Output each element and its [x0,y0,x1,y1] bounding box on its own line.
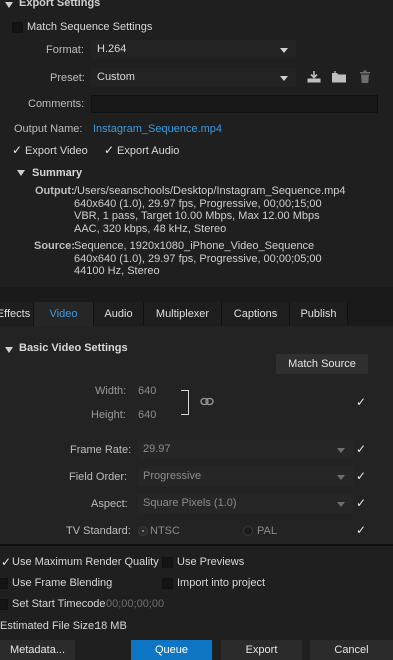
use-previews-checkbox[interactable] [162,557,173,568]
export-settings-header[interactable]: Export Settings [0,0,393,12]
chain-link-icon[interactable] [200,397,214,406]
collapse-triangle-icon[interactable] [5,2,13,8]
pal-radio[interactable] [243,526,253,536]
tv-standard-override-checkbox[interactable]: ✓ [355,524,367,536]
format-value: H.264 [97,43,127,55]
tab-bar: Effects Video Audio Multiplexer Captions… [0,302,393,326]
frame-rate-label: Frame Rate: [70,444,132,456]
link-bracket [181,390,189,415]
export-button[interactable]: Export [221,640,302,660]
max-render-quality-label: Use Maximum Render Quality [12,556,159,568]
format-label: Format: [46,44,84,56]
tab-audio[interactable]: Audio [94,302,144,326]
panel-divider [0,287,393,302]
download-icon[interactable] [306,70,322,84]
aspect-label: Aspect: [91,498,128,510]
folder-import-icon[interactable] [331,70,348,84]
import-into-project-checkbox[interactable] [162,578,173,589]
max-render-quality-checkbox[interactable]: ✓ [0,556,12,568]
start-timecode-value[interactable]: 00;00;00;00 [106,598,164,610]
section-title: Export Settings [19,0,101,9]
output-line: /Users/seanschools/Desktop/Instagram_Seq… [74,185,346,197]
output-line: VBR, 1 pass, Target 10.00 Mbps, Max 12.0… [74,210,320,223]
output-line: AAC, 320 kbps, 48 kHz, Stereo [74,222,227,235]
source-summary: Sequence, 1920x1080_iPhone_Video_Sequenc… [74,240,322,278]
aspect-override-checkbox[interactable]: ✓ [355,497,367,509]
chevron-down-icon [337,447,345,453]
aspect-dropdown[interactable]: Square Pixels (1.0) [138,494,353,513]
preset-label: Preset: [50,72,85,84]
comments-label: Comments: [28,98,85,110]
field-order-override-checkbox[interactable]: ✓ [355,470,367,482]
export-video-label: Export Video [25,145,88,157]
output-name-label: Output Name: [14,123,83,135]
start-timecode-label: Set Start Timecode [12,598,106,610]
frame-blending-label: Use Frame Blending [12,577,113,589]
ntsc-radio[interactable] [138,526,148,536]
output-summary: /Users/seanschools/Desktop/Instagram_Seq… [74,185,345,235]
summary-collapse-triangle-icon[interactable] [17,170,25,176]
export-video-checkbox[interactable]: ✓ [11,144,23,156]
field-order-label: Field Order: [69,471,128,483]
cancel-button[interactable]: Cancel [310,640,393,660]
export-audio-checkbox[interactable]: ✓ [103,144,115,156]
use-previews-label: Use Previews [177,556,245,568]
field-order-value: Progressive [143,470,202,482]
field-order-dropdown[interactable]: Progressive [138,467,353,486]
trash-icon[interactable] [359,70,371,84]
match-sequence-label: Match Sequence Settings [27,21,153,33]
source-line: Sequence, 1920x1080_iPhone_Video_Sequenc… [74,240,315,252]
preset-dropdown[interactable]: Custom [91,68,296,87]
source-line: 640x640 (1.0), 29.97 fps, Progressive, 0… [74,252,322,265]
frame-rate-override-checkbox[interactable]: ✓ [355,443,367,455]
height-value[interactable]: 640 [138,409,156,421]
tab-video[interactable]: Video [34,302,94,326]
summary-title: Summary [32,167,83,179]
basic-video-collapse-triangle-icon[interactable] [5,347,13,353]
dimensions-override-checkbox[interactable]: ✓ [355,396,367,408]
aspect-value: Square Pixels (1.0) [143,497,237,509]
file-size-value: 18 MB [95,620,127,632]
height-label: Height: [91,409,126,421]
import-into-project-label: Import into project [177,577,266,589]
width-label: Width: [95,385,127,397]
source-line: 44100 Hz, Stereo [74,265,160,278]
source-summary-label: Source: [34,240,75,252]
match-sequence-checkbox[interactable] [12,22,23,33]
chevron-down-icon [280,75,288,81]
metadata-button[interactable]: Metadata... [0,640,75,660]
frame-blending-checkbox[interactable] [0,578,8,589]
basic-video-title: Basic Video Settings [19,342,128,354]
output-name-link[interactable]: Instagram_Sequence.mp4 [93,123,222,135]
chevron-down-icon [337,501,345,507]
tab-effects[interactable]: Effects [0,302,34,326]
queue-button[interactable]: Queue [131,640,212,660]
width-value[interactable]: 640 [138,385,156,397]
chevron-down-icon [337,474,345,480]
frame-rate-dropdown[interactable]: 29.97 [138,440,353,459]
start-timecode-checkbox[interactable] [0,599,8,610]
pal-label: PAL [257,525,277,537]
output-line: 640x640 (1.0), 29.97 fps, Progressive, 0… [74,197,322,210]
file-size-label: Estimated File Size: [0,620,98,632]
match-source-button[interactable]: Match Source [276,354,368,374]
radio-dot-icon [142,530,144,532]
frame-rate-value: 29.97 [143,443,171,455]
tv-standard-label: TV Standard: [66,525,131,537]
tab-captions[interactable]: Captions [222,302,290,326]
tab-multiplexer[interactable]: Multiplexer [144,302,222,326]
export-audio-label: Export Audio [117,145,180,157]
format-dropdown[interactable]: H.264 [91,40,296,59]
ntsc-label: NTSC [150,525,180,537]
chevron-down-icon [280,47,288,53]
comments-input[interactable] [91,95,378,113]
output-summary-label: Output: [35,185,75,197]
preset-value: Custom [97,71,135,83]
tab-publish[interactable]: Publish [290,302,348,326]
